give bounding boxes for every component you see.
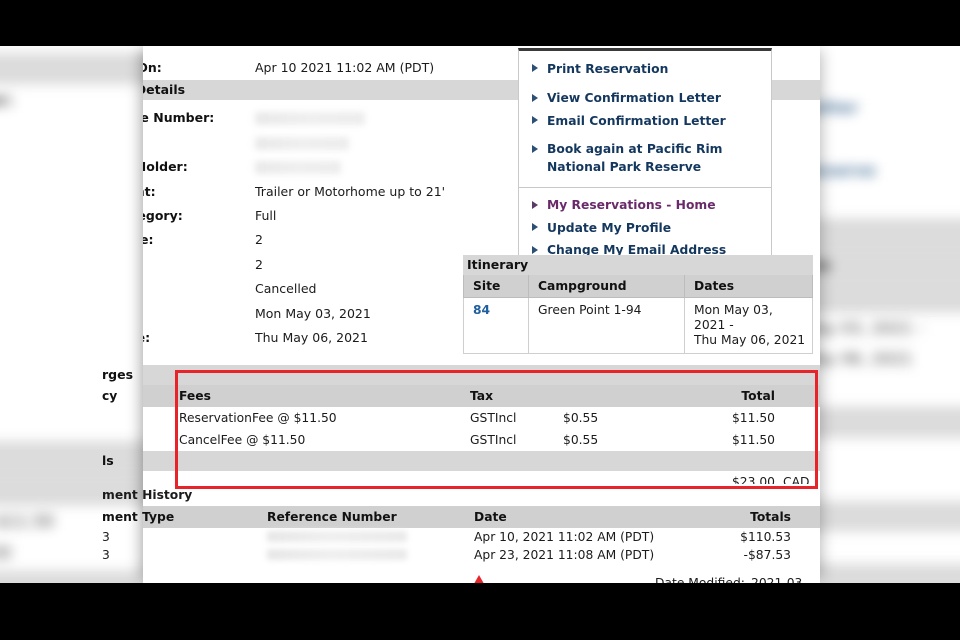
payment-date: Apr 23, 2021 11:08 AM (PDT) (474, 548, 655, 562)
fee-total: $11.50 (731, 411, 775, 425)
triangle-right-icon (532, 93, 538, 102)
triangle-right-icon (532, 64, 538, 72)
departure-value: Thu May 06, 2021 (255, 329, 368, 345)
links-group-reservation: Print Reservation View Confirmation Lett… (519, 51, 771, 187)
payment-reference-redacted (267, 531, 407, 542)
location-label: ation: (143, 131, 255, 155)
link-label: Book again at Pacific Rim National Park … (547, 142, 723, 174)
booking-details-section-title: king Details (143, 82, 186, 98)
letterbox-top (0, 0, 960, 46)
triangle-right-icon (532, 245, 538, 254)
itinerary-header-row: Site Campground Dates (463, 275, 813, 298)
created-on-label: ated On: (143, 60, 162, 75)
departure-label: arture: (143, 329, 151, 345)
link-book-again[interactable]: Book again at Pacific Rim National Park … (519, 139, 771, 179)
table-row: 3 Apr 10, 2021 11:02 AM (PDT) $110.53 (102, 528, 820, 546)
cell-dates: Mon May 03, 2021 - Thu May 06, 2021 (684, 297, 813, 354)
column-header-fees: Fees (179, 389, 211, 403)
arrival-label: ival: (143, 302, 255, 326)
letterbox-bottom (0, 583, 960, 640)
fee-tax-amount: $0.55 (563, 433, 599, 447)
link-view-confirmation-letter[interactable]: View Confirmation Letter (519, 88, 771, 111)
cell-site: 84 (463, 297, 529, 354)
link-label: Email Confirmation Letter (547, 113, 726, 128)
column-header-reference-number: Reference Number (267, 510, 397, 524)
column-header-date: Date (474, 510, 507, 524)
column-header-site: Site (463, 275, 529, 298)
payment-total: $110.53 (740, 530, 791, 544)
column-header-currency: cy (102, 389, 118, 403)
site-category-label: e Category: (143, 207, 183, 223)
payment-total: -$87.53 (743, 548, 791, 562)
fee-total: $11.50 (731, 433, 775, 447)
link-email-confirmation-letter[interactable]: Email Confirmation Letter (519, 110, 771, 133)
equipment-label: ipment: (143, 183, 156, 199)
booking-holder-label: king Holder: (143, 159, 188, 175)
column-header-totals: Totals (750, 510, 791, 524)
itinerary-section-title: Itinerary (463, 255, 813, 275)
payment-reference-redacted (267, 549, 407, 560)
status-label: tus: (143, 277, 255, 301)
reference-number-value-redacted (255, 112, 365, 126)
fee-tax-amount: $0.55 (563, 411, 599, 425)
table-row: 84 Green Point 1-94 Mon May 03, 2021 - T… (463, 297, 813, 354)
table-row: 3 Apr 23, 2021 11:08 AM (PDT) -$87.53 (102, 546, 820, 564)
link-label: View Confirmation Letter (547, 91, 721, 105)
fee-tax-type: GSTIncl (470, 433, 517, 447)
site-category-value: Full (255, 207, 277, 223)
arrival-value: Mon May 03, 2021 (255, 305, 371, 321)
reference-number-label: erence Number: (143, 110, 215, 126)
status-value: Cancelled (255, 281, 317, 297)
payment-type: 3 (102, 530, 110, 544)
column-header-total: Total (741, 389, 775, 403)
link-update-my-profile[interactable]: Update My Profile (519, 217, 771, 240)
table-row: CancelFee @ $11.50 GSTIncl $0.55 $11.50 (143, 429, 820, 451)
column-header-payment-type: ment Type (102, 510, 175, 524)
booking-holder-value-redacted (255, 161, 341, 175)
triangle-right-icon (532, 116, 538, 124)
fee-description: CancelFee @ $11.50 (179, 433, 306, 447)
link-label: Update My Profile (547, 220, 672, 235)
charges-panel: rges cy Fees Tax Total ReservationFee @ … (102, 365, 820, 493)
link-my-reservations-home[interactable]: My Reservations - Home (519, 195, 771, 218)
charges-header-row: cy Fees Tax Total (102, 385, 820, 407)
adult-value: 2 (255, 256, 263, 272)
column-header-campground: Campground (528, 275, 685, 298)
table-row: ReservationFee @ $11.50 GSTIncl $0.55 $1… (143, 407, 820, 429)
payment-date: Apr 10, 2021 11:02 AM (PDT) (474, 530, 655, 544)
dates-line-1: Mon May 03, 2021 - (694, 303, 773, 332)
party-size-label: ty Size: (143, 232, 154, 248)
itinerary-panel: Itinerary Site Campground Dates 84 Green… (463, 255, 813, 354)
triangle-right-icon (532, 144, 538, 153)
screenshot-stage: ated On: king Details erence Number: ati… (0, 0, 960, 640)
site-number-link[interactable]: 84 (473, 303, 490, 317)
payment-history-section-header: ment History (102, 484, 820, 506)
fee-tax-type: GSTIncl (470, 411, 517, 425)
equipment-value: Trailer or Motorhome up to 21' (255, 183, 446, 199)
adult-label: ilt: (143, 253, 255, 277)
itinerary-table: Site Campground Dates 84 Green Point 1-9… (463, 275, 813, 354)
link-print-reservation[interactable]: Print Reservation (519, 58, 771, 81)
link-label: My Reservations - Home (547, 198, 716, 212)
triangle-right-icon (532, 223, 538, 231)
column-header-dates: Dates (684, 275, 813, 298)
charges-totals-band: ls (102, 451, 820, 471)
party-size-value: 2 (255, 232, 263, 248)
link-label: Print Reservation (547, 61, 669, 76)
created-on-value: Apr 10 2021 11:02 AM (PDT) (255, 60, 435, 75)
fee-description: ReservationFee @ $11.50 (179, 411, 337, 425)
charges-section-header: rges (102, 365, 820, 385)
payment-type: 3 (102, 548, 110, 562)
dates-line-2: Thu May 06, 2021 (694, 333, 806, 347)
column-header-tax: Tax (470, 389, 494, 403)
location-value-redacted (255, 136, 349, 150)
payment-history-section-title: ment History (102, 488, 193, 502)
triangle-right-icon (532, 200, 538, 209)
payment-history-header-row: ment Type Reference Number Date Totals (102, 506, 820, 528)
cell-campground: Green Point 1-94 (528, 297, 685, 354)
